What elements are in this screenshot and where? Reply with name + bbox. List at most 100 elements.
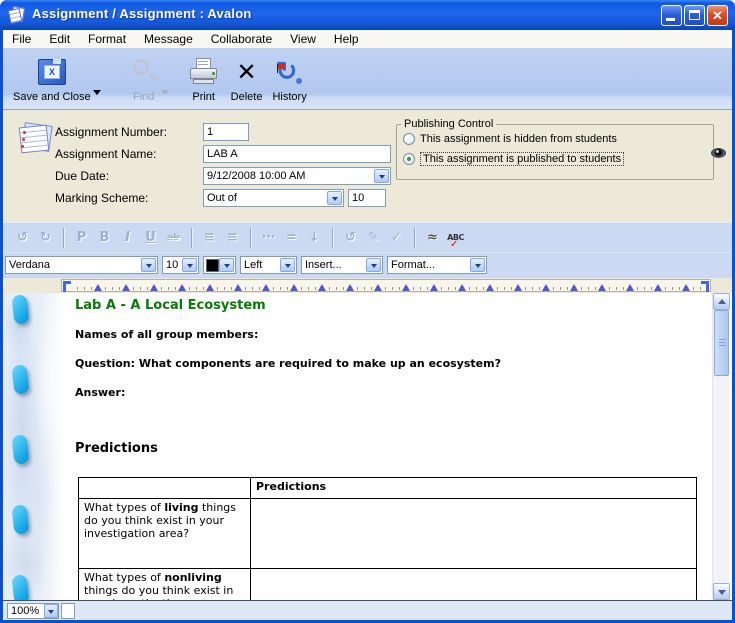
chevron-down-icon[interactable] bbox=[470, 258, 485, 272]
tab-stop-marker[interactable] bbox=[598, 284, 606, 291]
marking-scheme-dropdown[interactable]: Out of bbox=[203, 189, 344, 207]
find-button[interactable]: Find bbox=[129, 54, 159, 103]
scrollbar-thumb[interactable] bbox=[714, 310, 729, 376]
strikethrough-icon[interactable]: ab bbox=[165, 233, 182, 243]
notebook-margin bbox=[3, 293, 67, 600]
tab-stop-marker[interactable] bbox=[626, 284, 634, 291]
close-button[interactable]: ✕ bbox=[707, 5, 728, 26]
format-dropdown[interactable]: Format... bbox=[387, 256, 487, 274]
chevron-down-icon[interactable] bbox=[280, 258, 295, 272]
marking-points-stepper[interactable]: 10 bbox=[348, 189, 386, 207]
insert-line-icon[interactable]: = bbox=[283, 230, 300, 245]
table-answer-cell[interactable] bbox=[251, 499, 697, 569]
ruler-tick bbox=[399, 287, 400, 290]
document-editor[interactable]: Lab A - A Local Ecosystem Names of all g… bbox=[3, 293, 732, 600]
chevron-down-icon[interactable] bbox=[366, 258, 381, 272]
check-icon[interactable]: ✓ bbox=[388, 230, 405, 245]
signature-icon[interactable]: ≈ bbox=[424, 230, 441, 245]
published-radio-label[interactable]: This assignment is published to students bbox=[420, 152, 624, 166]
zoom-stepper[interactable] bbox=[61, 603, 75, 619]
tab-stop-marker[interactable] bbox=[234, 284, 242, 291]
tab-stop-marker[interactable] bbox=[290, 284, 298, 291]
hidden-radio-label[interactable]: This assignment is hidden from students bbox=[420, 133, 617, 145]
zoom-dropdown[interactable]: 100% bbox=[7, 603, 59, 619]
alignment-dropdown[interactable]: Left bbox=[240, 256, 297, 274]
insert-dropdown[interactable]: Insert... bbox=[301, 256, 383, 274]
menu-format[interactable]: Format bbox=[79, 31, 135, 47]
menu-view[interactable]: View bbox=[281, 31, 325, 47]
chevron-down-icon[interactable] bbox=[141, 258, 156, 272]
chevron-down-icon[interactable] bbox=[327, 191, 342, 205]
tab-stop-marker[interactable] bbox=[178, 284, 186, 291]
due-date-dropdown[interactable]: 9/12/2008 10:00 AM bbox=[203, 167, 391, 185]
tab-stop-marker[interactable] bbox=[374, 284, 382, 291]
font-family-dropdown[interactable]: Verdana bbox=[5, 256, 158, 274]
tab-stop-marker[interactable] bbox=[654, 284, 662, 291]
menu-message[interactable]: Message bbox=[135, 31, 202, 47]
undo-icon[interactable]: ↺ bbox=[14, 230, 31, 245]
print-button[interactable]: Print bbox=[189, 54, 219, 103]
tab-stop-marker[interactable] bbox=[94, 284, 102, 291]
table-answer-cell[interactable] bbox=[251, 569, 697, 601]
tab-stop-marker[interactable] bbox=[150, 284, 158, 291]
scroll-up-icon[interactable] bbox=[713, 293, 730, 310]
vertical-scrollbar[interactable] bbox=[712, 293, 729, 600]
font-size-dropdown[interactable]: 10 bbox=[162, 256, 199, 274]
bold-icon[interactable]: B bbox=[96, 230, 113, 245]
tab-stop-marker[interactable] bbox=[514, 284, 522, 291]
tab-stop-marker[interactable] bbox=[318, 284, 326, 291]
underline-icon[interactable]: U bbox=[142, 230, 159, 245]
ruler-tick bbox=[448, 287, 449, 290]
ruler-tick bbox=[679, 287, 680, 290]
pencil-icon[interactable]: ✎ bbox=[365, 230, 382, 245]
menu-edit[interactable]: Edit bbox=[40, 31, 79, 47]
tab-stop-marker[interactable] bbox=[346, 284, 354, 291]
insert-arrow-icon[interactable]: ↓ bbox=[306, 230, 323, 245]
history-button[interactable]: ↻ History bbox=[272, 54, 306, 103]
tab-stop-marker[interactable] bbox=[402, 284, 410, 291]
tab-stop-marker[interactable] bbox=[206, 284, 214, 291]
chevron-down-icon[interactable] bbox=[182, 258, 197, 272]
chevron-down-icon[interactable] bbox=[374, 169, 389, 183]
tab-stop-marker[interactable] bbox=[458, 284, 466, 291]
tab-stop-marker[interactable] bbox=[486, 284, 494, 291]
menu-file[interactable]: File bbox=[3, 31, 40, 47]
redo-icon[interactable]: ↻ bbox=[37, 230, 54, 245]
published-radio[interactable] bbox=[403, 153, 415, 165]
assignment-form: Assignment Number: 1 Assignment Name: Du… bbox=[3, 110, 732, 222]
hidden-radio[interactable] bbox=[403, 133, 415, 145]
save-dropdown-arrow-icon[interactable] bbox=[93, 90, 101, 95]
find-icon bbox=[129, 57, 159, 87]
rotate-icon[interactable]: ↺ bbox=[342, 230, 359, 245]
font-color-dropdown[interactable] bbox=[203, 256, 236, 274]
ruler-tick bbox=[217, 287, 218, 290]
spellcheck-icon[interactable]: ABC bbox=[447, 233, 464, 242]
delete-button[interactable]: ✕ Delete bbox=[231, 54, 263, 103]
tab-stop-marker[interactable] bbox=[570, 284, 578, 291]
chevron-down-icon[interactable] bbox=[44, 604, 58, 618]
save-and-close-button[interactable]: X Save and Close bbox=[13, 54, 91, 103]
outdent-icon[interactable]: ≡ bbox=[201, 230, 218, 245]
left-margin-marker[interactable] bbox=[63, 281, 71, 292]
assignment-name-field[interactable] bbox=[203, 145, 391, 163]
scroll-down-icon[interactable] bbox=[713, 583, 730, 600]
menu-help[interactable]: Help bbox=[325, 31, 368, 47]
close-icon: ✕ bbox=[708, 7, 727, 25]
minimize-button[interactable] bbox=[661, 5, 682, 26]
ruler-tick bbox=[371, 287, 372, 290]
maximize-button[interactable] bbox=[684, 5, 705, 26]
right-margin-marker[interactable] bbox=[701, 281, 709, 292]
ruler-tick bbox=[651, 287, 652, 290]
assignment-number-stepper[interactable]: 1 bbox=[203, 123, 249, 141]
menu-collaborate[interactable]: Collaborate bbox=[202, 31, 281, 47]
paragraph-icon[interactable]: P bbox=[73, 230, 90, 245]
tab-stop-marker[interactable] bbox=[122, 284, 130, 291]
tab-stop-marker[interactable] bbox=[262, 284, 270, 291]
tab-stop-marker[interactable] bbox=[430, 284, 438, 291]
dotted-line-icon[interactable]: ⋯ bbox=[260, 230, 277, 245]
tab-stop-marker[interactable] bbox=[682, 284, 690, 291]
chevron-down-icon[interactable] bbox=[219, 258, 234, 272]
indent-icon[interactable]: ≡ bbox=[224, 230, 241, 245]
italic-icon[interactable]: I bbox=[119, 230, 136, 245]
tab-stop-marker[interactable] bbox=[542, 284, 550, 291]
